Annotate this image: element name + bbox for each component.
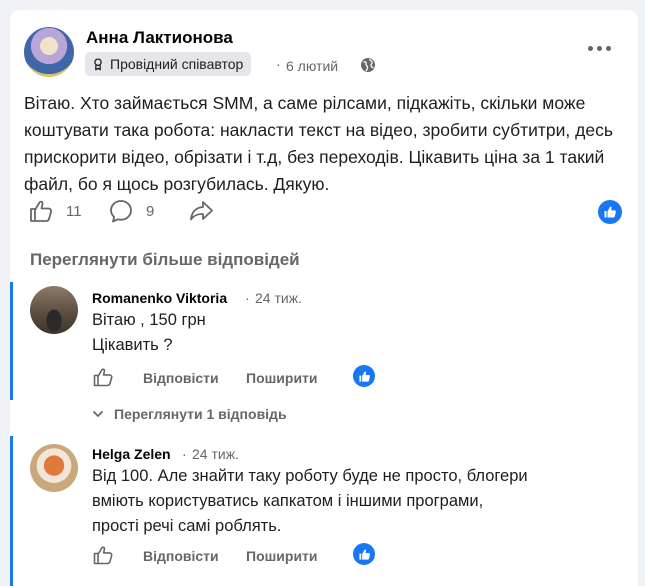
post-actions-bar: 11 9 xyxy=(28,198,628,228)
like-reaction-icon[interactable] xyxy=(598,200,622,224)
thumbs-up-icon xyxy=(30,200,53,222)
reply-button[interactable]: Відповісти xyxy=(143,370,219,386)
meta-separator: · xyxy=(276,56,281,72)
comment-author-avatar[interactable] xyxy=(30,444,78,492)
post-body-text: Вітаю. Хто займається SMM, а саме рілсам… xyxy=(24,93,613,194)
like-count: 11 xyxy=(66,202,82,220)
like-button[interactable]: 11 xyxy=(28,198,82,224)
comment-author-name[interactable]: Helga Zelen xyxy=(92,446,171,462)
top-contributor-badge[interactable]: Провідний співавтор xyxy=(85,52,252,76)
thread-indicator xyxy=(10,436,13,586)
comment-like-button[interactable] xyxy=(92,366,114,388)
thumbs-up-icon xyxy=(358,370,370,382)
more-options-button[interactable] xyxy=(583,38,615,58)
share-icon xyxy=(190,201,213,221)
comment-count: 9 xyxy=(146,202,155,220)
view-more-replies-link[interactable]: Переглянути більше відповідей xyxy=(30,250,300,270)
comment-text-line: прості речі самі роблять. xyxy=(92,517,282,535)
share-comment-button[interactable]: Поширити xyxy=(246,370,318,386)
reply-button[interactable]: Відповісти xyxy=(143,548,219,564)
comment-time[interactable]: 24 тиж. xyxy=(255,290,302,306)
comment-icon xyxy=(110,200,132,223)
like-reaction-icon[interactable] xyxy=(353,543,375,565)
badge-label: Провідний співавтор xyxy=(110,56,244,72)
globe-icon xyxy=(361,58,375,72)
view-replies-label: Переглянути 1 відповідь xyxy=(114,406,287,422)
comment-time[interactable]: 24 тиж. xyxy=(192,446,239,462)
post-date[interactable]: 6 лютий xyxy=(286,58,338,74)
comment-text-line: Цікавить ? xyxy=(92,336,173,354)
comment-author-avatar[interactable] xyxy=(30,286,78,334)
badge-icon xyxy=(94,58,102,71)
post-author-name[interactable]: Анна Лактионова xyxy=(86,28,233,48)
comment-author-name[interactable]: Romanenko Viktoria xyxy=(92,290,227,306)
thumbs-up-icon xyxy=(604,206,616,218)
thumbs-up-icon xyxy=(358,548,370,560)
chevron-down-icon xyxy=(93,411,103,417)
comment-button[interactable]: 9 xyxy=(108,198,154,224)
view-replies-link[interactable]: Переглянути 1 відповідь xyxy=(92,406,287,422)
comment-meta-separator: · xyxy=(182,446,187,462)
comment-text-line: Від 100. Але знайти таку роботу буде не … xyxy=(92,467,528,485)
like-reaction-icon[interactable] xyxy=(353,365,375,387)
comment-text-line: вміють користуватись капкатом і іншими п… xyxy=(92,492,484,510)
comment-text-line: Вітаю , 150 грн xyxy=(92,311,206,329)
thread-indicator xyxy=(10,282,13,400)
comment-like-button[interactable] xyxy=(92,544,114,566)
share-comment-button[interactable]: Поширити xyxy=(246,548,318,564)
post-author-avatar[interactable] xyxy=(24,27,74,77)
dot-icon xyxy=(596,45,602,51)
comment-meta-separator: · xyxy=(245,290,250,306)
post-card: Анна Лактионова Провідний співавтор · 6 … xyxy=(10,10,638,586)
share-button[interactable] xyxy=(188,198,214,224)
dot-icon xyxy=(605,45,611,51)
dot-icon xyxy=(587,45,593,51)
